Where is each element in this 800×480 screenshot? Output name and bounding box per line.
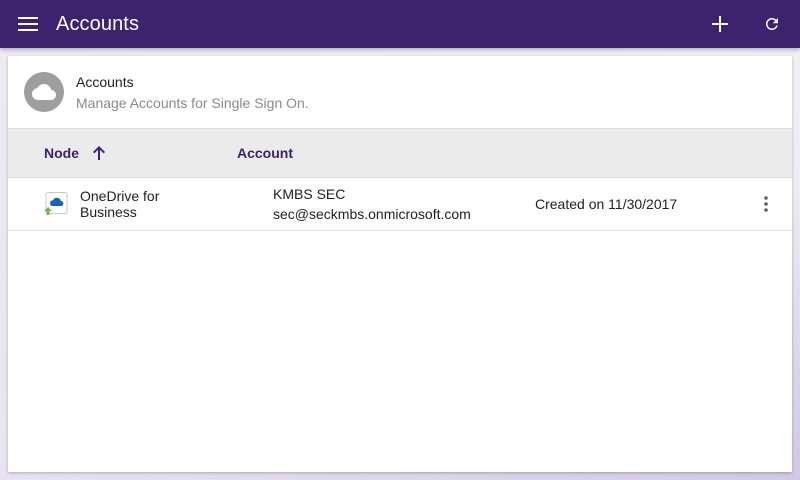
app-toolbar: Accounts	[0, 0, 800, 48]
node-label: OneDrive for Business	[80, 188, 160, 220]
cloud-icon	[32, 84, 56, 100]
account-email: sec@seckmbs.onmicrosoft.com	[273, 206, 471, 222]
created-date: Created on 11/30/2017	[535, 196, 678, 212]
card-subtitle: Manage Accounts for Single Sign On.	[76, 94, 309, 111]
card-title: Accounts	[76, 73, 134, 90]
column-header-node[interactable]: Node	[8, 145, 237, 161]
plus-icon	[712, 16, 728, 32]
arrow-up-icon[interactable]	[91, 145, 107, 161]
accounts-card: Accounts Manage Accounts for Single Sign…	[8, 56, 792, 472]
column-header-account[interactable]: Account	[237, 145, 499, 161]
menu-button[interactable]	[0, 0, 56, 48]
card-avatar	[24, 72, 64, 112]
refresh-button[interactable]	[746, 0, 798, 48]
card-header: Accounts Manage Accounts for Single Sign…	[8, 56, 792, 128]
column-header-node-label: Node	[44, 145, 79, 161]
onedrive-icon	[44, 192, 68, 216]
account-name: KMBS SEC	[273, 186, 346, 202]
hamburger-menu-icon	[18, 17, 38, 31]
node-cell: OneDrive for Business	[8, 188, 273, 220]
table-header: Node Account	[8, 128, 792, 178]
refresh-icon	[765, 17, 778, 30]
table-row[interactable]: OneDrive for Business KMBS SEC sec@seckm…	[8, 178, 792, 231]
account-cell: KMBS SEC sec@seckmbs.onmicrosoft.com	[273, 184, 535, 224]
more-vert-icon	[764, 196, 768, 212]
add-account-button[interactable]	[694, 0, 746, 48]
row-menu-button[interactable]	[742, 180, 790, 228]
page-title: Accounts	[56, 12, 140, 35]
